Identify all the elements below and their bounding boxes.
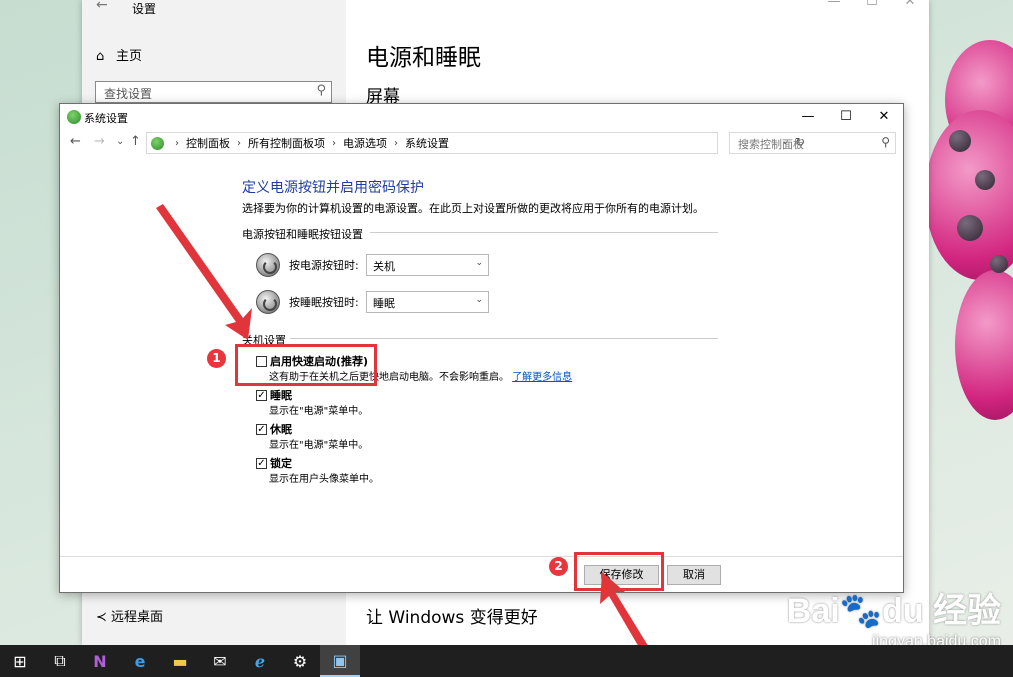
recent-dropdown-icon[interactable]: ⌄ [116, 136, 124, 147]
address-row: ← → ⌄ ↑ › 控制面板 › 所有控制面板项 › 电源选项 › 系统设置 ⌄… [60, 132, 903, 156]
mail-icon[interactable]: ✉ [200, 645, 240, 677]
cancel-button[interactable]: 取消 [667, 565, 721, 585]
back-arrow-icon[interactable]: ← [96, 0, 108, 13]
group-divider [290, 338, 718, 339]
search-icon: ⚲ [316, 83, 326, 98]
power-group-label: 电源按钮和睡眠按钮设置 [242, 228, 363, 241]
hibernate-option[interactable]: ✓ 休眠 [256, 421, 292, 437]
dialog-title-bar: 系统设置 — ☐ ✕ [60, 104, 903, 130]
highlight-save-button [574, 552, 664, 591]
control-panel-search-input[interactable]: 搜索控制面板 ⚲ [729, 132, 896, 154]
breadcrumb-item[interactable]: 系统设置 [405, 135, 449, 151]
minimize-icon[interactable]: — [815, 0, 853, 9]
task-view-icon[interactable]: ⧉ [40, 645, 80, 677]
learn-more-link[interactable]: 了解更多信息 [512, 372, 572, 383]
lock-checkbox[interactable]: ✓ [256, 457, 267, 469]
settings-gear-icon[interactable]: ⚙ [280, 645, 320, 677]
dialog-footer-divider [60, 556, 903, 557]
dialog-heading: 定义电源按钮并启用密码保护 [242, 180, 424, 196]
baidu-watermark: Bai🐾du 经验 [786, 592, 1001, 630]
close-icon[interactable]: ✕ [891, 0, 929, 9]
settings-window-controls: — ☐ ✕ [815, 0, 929, 9]
sleep-option[interactable]: ✓ 睡眠 [256, 387, 292, 403]
maximize-icon[interactable]: ☐ [853, 0, 891, 9]
windows-start-icon[interactable]: ⊞ [0, 645, 40, 677]
dialog-description: 选择要为你的计算机设置的电源设置。在此页上对设置所做的更改将应用于你所有的电源计… [242, 202, 704, 215]
up-arrow-icon[interactable]: ↑ [130, 134, 141, 149]
hibernate-option-label: 休眠 [270, 423, 292, 436]
home-icon: ⌂ [96, 49, 105, 64]
lock-option-label: 锁定 [270, 457, 292, 470]
page-title: 电源和睡眠 [366, 45, 481, 71]
search-placeholder: 查找设置 [104, 87, 153, 101]
maximize-icon[interactable]: ☐ [827, 104, 865, 130]
internet-explorer-icon[interactable]: ℯ [240, 645, 280, 677]
search-icon: ⚲ [881, 135, 890, 149]
lock-option[interactable]: ✓ 锁定 [256, 455, 292, 471]
control-panel-app-icon [67, 110, 81, 124]
taskbar: ⊞ ⧉ N e ▬ ✉ ℯ ⚙ ▣ [0, 645, 1013, 677]
windows-feedback-heading: 让 Windows 变得更好 [366, 608, 538, 628]
breadcrumb-item[interactable]: 电源选项 [343, 135, 387, 151]
sleep-button-row: 按睡眠按钮时: 睡眠 ⌄ [256, 289, 489, 315]
power-button-row: 按电源按钮时: 关机 ⌄ [256, 252, 489, 278]
sleep-button-value: 睡眠 [373, 297, 395, 310]
sleep-checkbox[interactable]: ✓ [256, 389, 267, 401]
power-button-value: 关机 [373, 260, 395, 273]
sleep-button-label: 按睡眠按钮时: [289, 296, 359, 309]
search-placeholder: 搜索控制面板 [738, 138, 804, 151]
forward-arrow-icon[interactable]: → [94, 134, 105, 149]
remote-desktop-icon: ≺ [96, 610, 107, 625]
address-bar[interactable]: › 控制面板 › 所有控制面板项 › 电源选项 › 系统设置 ⌄ ↻ [146, 132, 805, 154]
sleep-button-select[interactable]: 睡眠 ⌄ [366, 291, 489, 313]
hibernate-option-description: 显示在"电源"菜单中。 [269, 440, 369, 451]
sidebar-item-home[interactable]: ⌂ 主页 [96, 45, 142, 64]
onenote-icon[interactable]: N [80, 645, 120, 677]
group-divider [370, 232, 718, 233]
close-icon[interactable]: ✕ [865, 104, 903, 130]
step-badge-1: 1 [207, 349, 226, 368]
step-badge-2: 2 [549, 557, 568, 576]
breadcrumb-item[interactable]: 所有控制面板项 [248, 135, 325, 151]
chevron-down-icon: ⌄ [475, 295, 483, 305]
highlight-fast-startup [235, 344, 377, 386]
minimize-icon[interactable]: — [789, 104, 827, 130]
file-explorer-icon[interactable]: ▬ [160, 645, 200, 677]
power-button-label: 按电源按钮时: [289, 259, 359, 272]
sleep-icon [256, 290, 280, 314]
hibernate-checkbox[interactable]: ✓ [256, 423, 267, 435]
edge-icon[interactable]: e [120, 645, 160, 677]
chevron-down-icon: ⌄ [475, 258, 483, 268]
power-icon [256, 253, 280, 277]
power-button-select[interactable]: 关机 ⌄ [366, 254, 489, 276]
control-panel-icon [151, 136, 164, 150]
back-arrow-icon[interactable]: ← [70, 134, 81, 149]
sleep-option-description: 显示在"电源"菜单中。 [269, 406, 369, 417]
remote-desktop-label: 远程桌面 [111, 610, 164, 625]
settings-window-title: 设置 [132, 2, 157, 16]
settings-search-input[interactable]: 查找设置 ⚲ [95, 81, 332, 103]
dialog-title: 系统设置 [84, 112, 128, 125]
sleep-option-label: 睡眠 [270, 389, 292, 402]
control-panel-icon[interactable]: ▣ [320, 645, 360, 677]
home-label: 主页 [116, 49, 143, 64]
breadcrumb-item[interactable]: 控制面板 [186, 135, 230, 151]
lock-option-description: 显示在用户头像菜单中。 [269, 474, 379, 485]
sidebar-item-remote-desktop[interactable]: ≺ 远程桌面 [96, 606, 163, 625]
system-settings-dialog: 系统设置 — ☐ ✕ ← → ⌄ ↑ › 控制面板 › 所有控制面板项 › 电源… [59, 103, 904, 593]
